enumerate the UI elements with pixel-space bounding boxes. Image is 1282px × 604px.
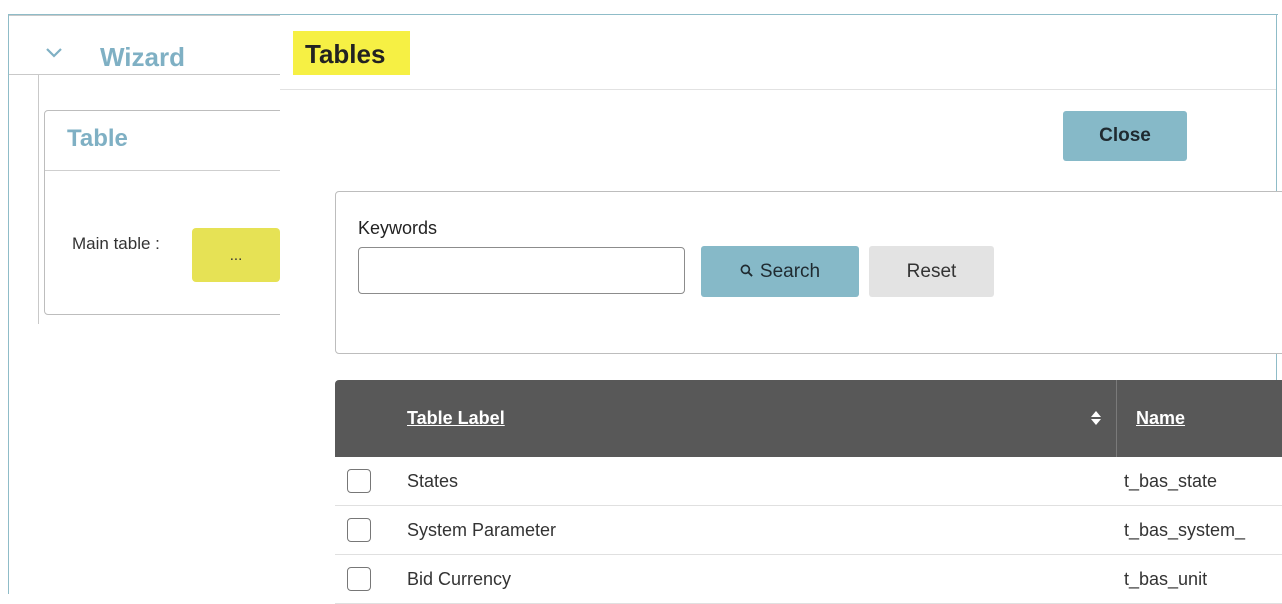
table-row[interactable]: States t_bas_state <box>335 457 1282 506</box>
table-row[interactable]: System Parameter t_bas_system_ <box>335 506 1282 555</box>
browse-table-button[interactable]: ... <box>192 228 280 282</box>
row-table-name: t_bas_system_ <box>1124 520 1246 540</box>
chevron-down-icon[interactable] <box>45 46 63 64</box>
row-table-label: States <box>407 471 459 491</box>
row-checkbox[interactable] <box>347 469 371 493</box>
grid-header: Table Label Name <box>335 380 1282 457</box>
row-table-name: t_bas_unit <box>1124 569 1208 589</box>
keywords-input[interactable] <box>358 247 685 294</box>
table-row[interactable]: Bid Currency t_bas_unit <box>335 555 1282 604</box>
row-checkbox[interactable] <box>347 518 371 542</box>
search-icon <box>740 261 753 283</box>
table-card-title: Table <box>67 125 128 152</box>
row-table-name: t_bas_state <box>1124 471 1218 491</box>
main-table-label: Main table : <box>72 234 160 253</box>
row-checkbox[interactable] <box>347 567 371 591</box>
dialog-header-divider <box>280 89 1276 90</box>
column-header-name[interactable]: Name <box>1136 408 1185 429</box>
wizard-title: Wizard <box>100 42 185 72</box>
tables-dialog: Tables Close Keywords Search Reset Table… <box>280 15 1282 604</box>
keywords-label: Keywords <box>358 218 438 238</box>
column-divider <box>1116 380 1117 457</box>
search-button-label: Search <box>759 260 821 282</box>
row-table-label: System Parameter <box>407 520 557 540</box>
row-table-label: Bid Currency <box>407 569 512 589</box>
column-header-table-label[interactable]: Table Label <box>407 408 505 429</box>
wizard-body-border <box>38 74 39 324</box>
reset-button[interactable]: Reset <box>869 246 994 297</box>
frame-left-border <box>8 14 9 594</box>
search-panel: Keywords Search Reset <box>335 191 1282 354</box>
search-button[interactable]: Search <box>701 246 859 297</box>
dialog-title: Tables <box>305 39 386 69</box>
sort-icon[interactable] <box>1090 410 1102 431</box>
close-button[interactable]: Close <box>1063 111 1187 161</box>
